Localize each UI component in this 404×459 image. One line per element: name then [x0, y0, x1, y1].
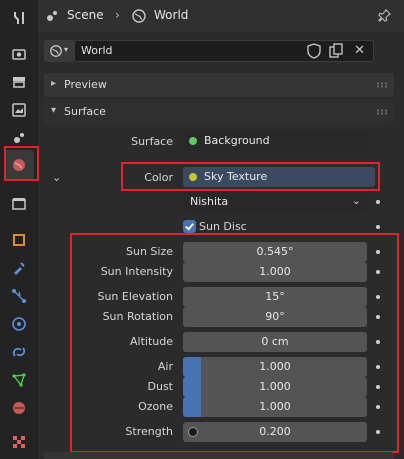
surface-panel-header[interactable]: ▾ Surface: [44, 100, 394, 124]
param-field[interactable]: 1.000: [183, 357, 367, 377]
surface-label: Surface: [131, 135, 173, 148]
world-breadcrumb-icon: [131, 8, 147, 27]
particles-tab-icon[interactable]: [9, 286, 29, 306]
param-value: 1.000: [259, 360, 291, 373]
param-field[interactable]: 1.000: [183, 262, 367, 282]
param-value: 0 cm: [261, 335, 289, 348]
param-label: Altitude: [130, 335, 173, 348]
param-field[interactable]: 1.000: [183, 397, 367, 417]
duplicate-icon[interactable]: [329, 43, 343, 62]
param-value: 90°: [265, 310, 285, 323]
param-value: 0.200: [259, 425, 291, 438]
param-label: Sun Size: [125, 245, 173, 258]
param-value: 1.000: [259, 265, 291, 278]
keyframe-dot-icon[interactable]: [376, 405, 380, 409]
material-tab-icon[interactable]: [9, 398, 29, 418]
scene-tab-icon[interactable]: [9, 128, 29, 148]
unlink-close-icon[interactable]: ✕: [354, 43, 365, 58]
keyframe-dot-icon[interactable]: [376, 315, 380, 319]
collection-tab-icon[interactable]: [9, 194, 29, 214]
sky-type-dropdown[interactable]: Nishita ⌄: [183, 192, 367, 212]
param-value: 15°: [265, 290, 285, 303]
param-field[interactable]: 0 cm: [183, 332, 367, 352]
keyframe-dot-icon[interactable]: [376, 385, 380, 389]
param-label: Strength: [125, 425, 173, 438]
param-label: Sun Elevation: [97, 290, 173, 303]
data-tab-icon[interactable]: [9, 370, 29, 390]
render-tab-icon[interactable]: [9, 44, 29, 64]
output-tab-icon[interactable]: [9, 72, 29, 92]
breadcrumb-scene[interactable]: Scene: [67, 8, 104, 22]
world-name-value: World: [81, 44, 113, 57]
keyframe-dot-icon[interactable]: [376, 225, 380, 229]
chevron-down-icon: ▾: [64, 45, 69, 54]
chevron-down-icon: ⌄: [351, 194, 361, 207]
sun-disc-checkbox[interactable]: [183, 220, 196, 233]
world-browse-button[interactable]: ▾: [44, 40, 74, 62]
param-value: 1.000: [259, 400, 291, 413]
keyframe-dot-icon[interactable]: [376, 200, 380, 204]
chevron-right-icon: ▸: [51, 78, 57, 89]
surface-shader-value: Background: [204, 134, 270, 147]
breadcrumb-separator-icon: ›: [115, 8, 120, 22]
surface-shader-field[interactable]: Background: [183, 131, 367, 151]
world-name-field[interactable]: World ✕: [74, 40, 374, 62]
breadcrumb-world[interactable]: World: [154, 8, 188, 22]
param-value: 0.545°: [256, 245, 294, 258]
keyframe-dot-icon[interactable]: [376, 430, 380, 434]
sun-disc-label: Sun Disc: [199, 220, 247, 233]
param-field[interactable]: 90°: [183, 307, 367, 327]
param-label: Ozone: [138, 400, 173, 413]
param-label: Sun Rotation: [102, 310, 173, 323]
modifier-tab-icon[interactable]: [9, 258, 29, 278]
color-input-field[interactable]: Sky Texture: [183, 167, 375, 187]
world-tab-icon[interactable]: [4, 150, 34, 180]
view-layer-tab-icon[interactable]: [9, 100, 29, 120]
tool-tab-icon[interactable]: [9, 8, 29, 28]
color-label: Color: [144, 171, 173, 184]
keyframe-dot-icon[interactable]: [376, 250, 380, 254]
param-field[interactable]: 0.200: [183, 422, 367, 442]
keyframe-dot-icon[interactable]: [376, 295, 380, 299]
drag-grip-icon[interactable]: [376, 82, 388, 88]
param-label: Dust: [147, 380, 174, 393]
color-socket-icon: [189, 173, 197, 181]
pin-icon[interactable]: [378, 8, 392, 25]
sky-type-value: Nishita: [190, 195, 229, 208]
param-field[interactable]: 1.000: [183, 377, 367, 397]
preview-panel-header[interactable]: ▸ Preview: [44, 73, 394, 97]
properties-tab-strip: [0, 0, 38, 459]
param-field[interactable]: 0.545°: [183, 242, 367, 262]
constraints-tab-icon[interactable]: [9, 342, 29, 362]
fake-user-shield-icon[interactable]: [307, 43, 321, 62]
param-value: 1.000: [259, 380, 291, 393]
param-label: Air: [157, 360, 173, 373]
next-panel-header[interactable]: [44, 452, 394, 459]
color-input-value: Sky Texture: [204, 170, 268, 183]
properties-header: Scene › World: [38, 0, 404, 32]
scene-icon: [44, 8, 60, 27]
world-selector-row: ▾ World ✕: [44, 40, 394, 62]
object-tab-icon[interactable]: [9, 230, 29, 250]
physics-tab-icon[interactable]: [9, 314, 29, 334]
preview-panel-title: Preview: [64, 78, 107, 91]
keyframe-dot-icon[interactable]: [376, 270, 380, 274]
drag-grip-icon[interactable]: [376, 109, 388, 115]
shader-socket-icon: [189, 137, 197, 145]
texture-tab-icon[interactable]: [9, 432, 29, 452]
keyframe-dot-icon[interactable]: [376, 340, 380, 344]
param-field[interactable]: 15°: [183, 287, 367, 307]
chevron-down-icon: ▾: [51, 105, 57, 116]
surface-panel-title: Surface: [64, 105, 106, 118]
param-label: Sun Intensity: [100, 265, 173, 278]
keyframe-dot-icon[interactable]: [376, 365, 380, 369]
